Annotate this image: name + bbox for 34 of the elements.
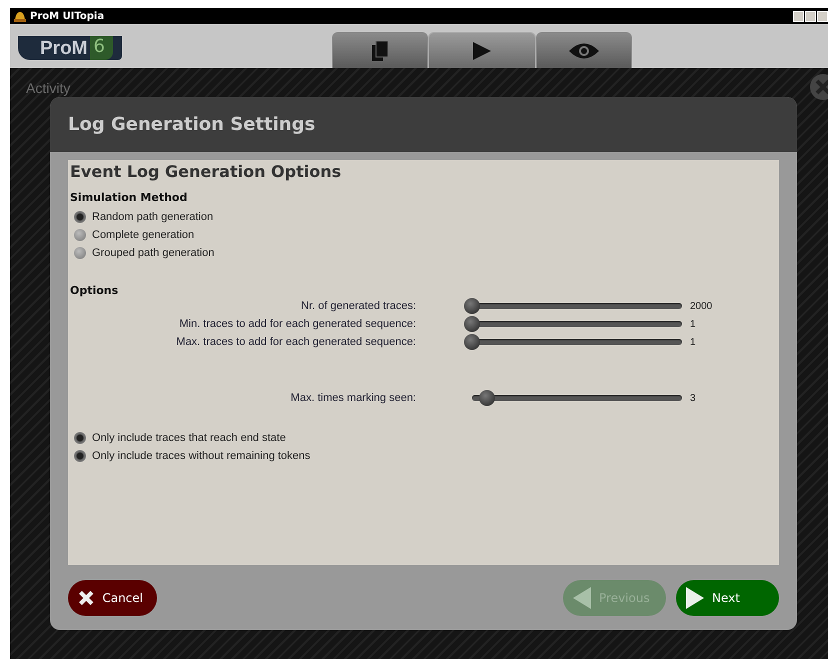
radio-option[interactable]: Random path generation bbox=[70, 208, 777, 226]
slider-label: Max. traces to add for each generated sequence: bbox=[175, 336, 416, 348]
app-icon bbox=[14, 10, 26, 22]
slider-value: 1 bbox=[690, 336, 696, 348]
radio-option[interactable]: Complete generation bbox=[70, 226, 777, 244]
eye-icon bbox=[569, 42, 599, 60]
maximize-button[interactable] bbox=[805, 10, 816, 22]
minimize-button[interactable] bbox=[793, 10, 804, 22]
close-button[interactable] bbox=[817, 10, 828, 22]
checkbox-option[interactable]: Only include traces that reach end state bbox=[70, 429, 777, 447]
window-title: ProM UITopia bbox=[30, 10, 106, 22]
dialog-title: Log Generation Settings bbox=[68, 114, 316, 135]
section-label: Options bbox=[70, 284, 118, 297]
slider-label: Max. times marking seen: bbox=[290, 392, 416, 404]
toolbar-tab[interactable] bbox=[428, 32, 536, 68]
checkbox-option[interactable]: Only include traces without remaining tokens bbox=[70, 447, 777, 465]
activity-label: Activity bbox=[25, 79, 70, 96]
play-icon bbox=[473, 42, 491, 60]
section-label: Simulation Method bbox=[70, 191, 188, 204]
cancel-button[interactable]: Cancel bbox=[68, 580, 157, 616]
copy-icon bbox=[372, 40, 388, 60]
right-triangle-icon bbox=[686, 586, 704, 608]
toolbar-tab[interactable] bbox=[332, 32, 428, 68]
slider-value: 3 bbox=[690, 392, 696, 404]
slider-value: 2000 bbox=[690, 300, 712, 312]
slider-label: Nr. of generated traces: bbox=[300, 300, 416, 312]
next-button[interactable]: Next bbox=[676, 580, 779, 616]
slider-label: Min. traces to add for each generated sequence: bbox=[178, 318, 416, 330]
slider-value: 1 bbox=[690, 318, 696, 330]
left-triangle-icon bbox=[573, 586, 591, 608]
panel-heading: Event Log Generation Options bbox=[70, 162, 342, 181]
app-logo: ProM 6 bbox=[18, 36, 122, 60]
toolbar-tab[interactable] bbox=[536, 32, 632, 68]
radio-option[interactable]: Grouped path generation bbox=[70, 244, 777, 262]
